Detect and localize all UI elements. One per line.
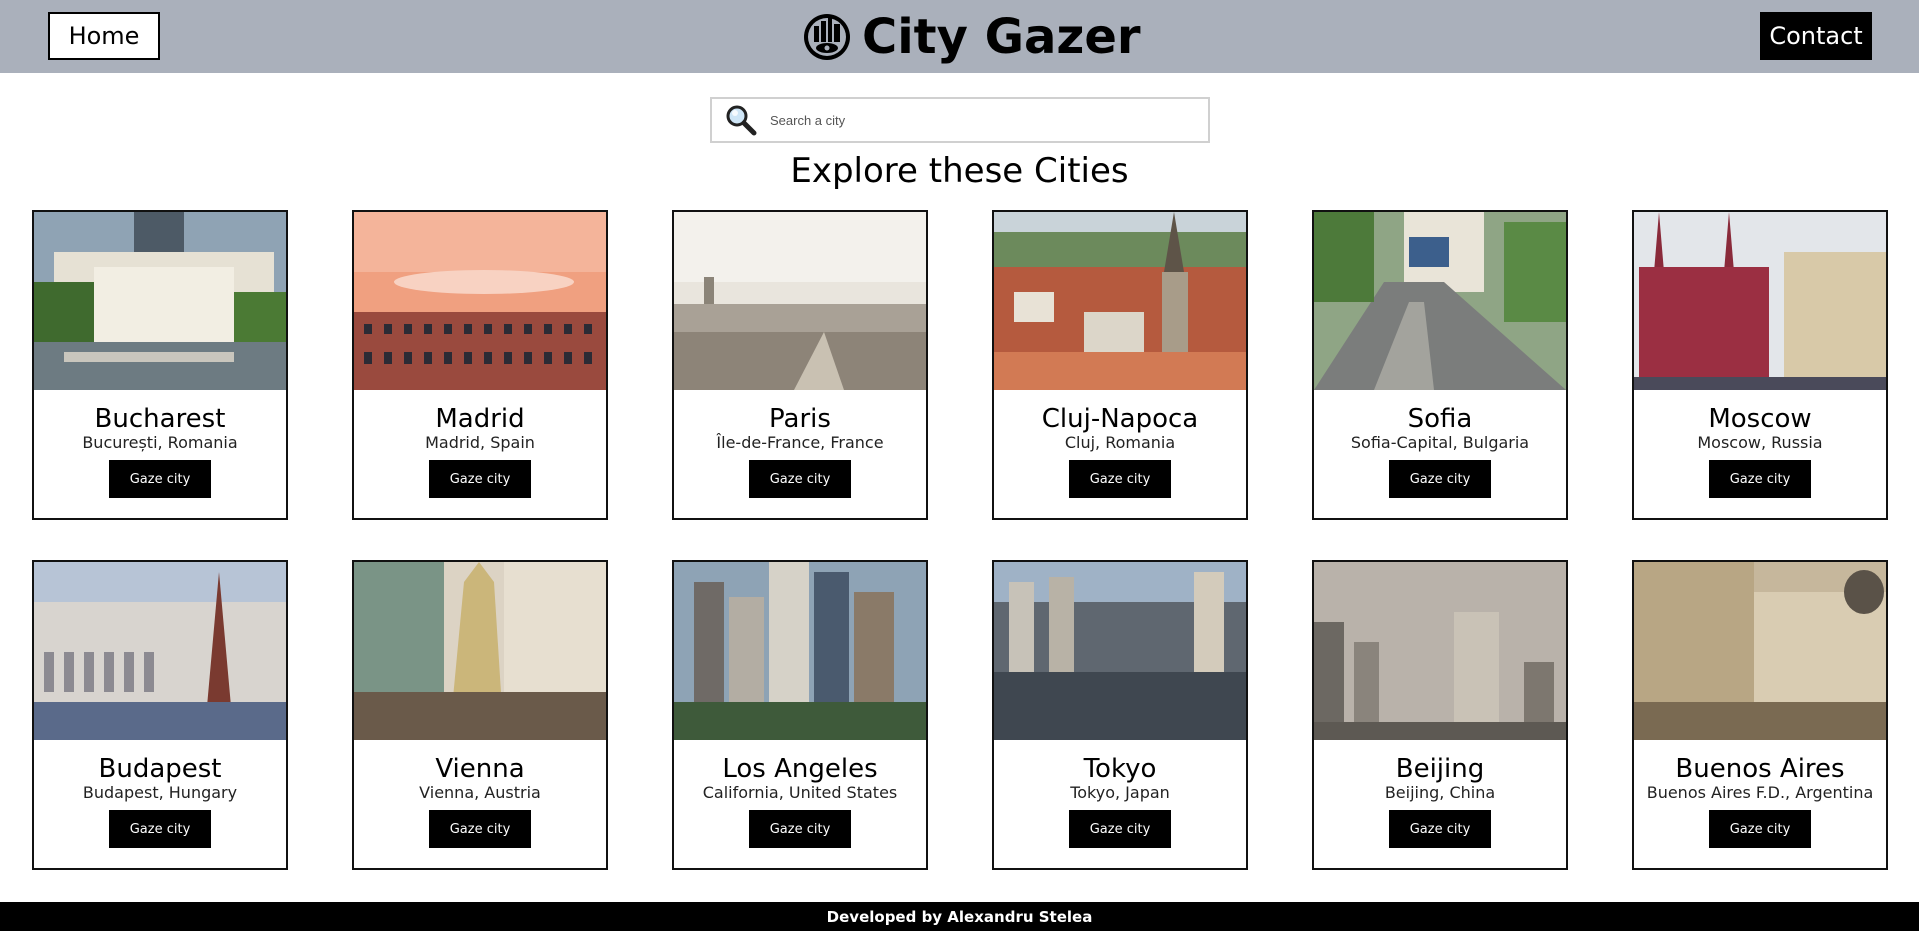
search-bar [710,97,1210,143]
gaze-city-button[interactable]: Gaze city [109,810,211,848]
search-input[interactable] [770,100,1190,140]
city-name: Sofia [1407,404,1473,434]
brand-title: City Gazer [862,9,1141,65]
city-card-budapest: Budapest Budapest, Hungary Gaze city [32,560,288,870]
city-card-paris: Paris Île-de-France, France Gaze city [672,210,928,520]
city-card-sofia: Sofia Sofia-Capital, Bulgaria Gaze city [1312,210,1568,520]
contact-button[interactable]: Contact [1760,12,1872,60]
city-photo [674,212,926,390]
city-photo [34,212,286,390]
gaze-city-button[interactable]: Gaze city [1389,810,1491,848]
city-photo [1634,212,1886,390]
gaze-city-button[interactable]: Gaze city [1069,460,1171,498]
city-card-bucharest: Bucharest București, Romania Gaze city [32,210,288,520]
gaze-city-button[interactable]: Gaze city [1709,810,1811,848]
top-header: Home City Gazer Contact [0,0,1919,73]
city-location: Sofia-Capital, Bulgaria [1350,433,1530,452]
brand[interactable]: City Gazer [802,8,1141,66]
gaze-city-button[interactable]: Gaze city [109,460,211,498]
city-location: Budapest, Hungary [82,783,238,802]
city-card-tokyo: Tokyo Tokyo, Japan Gaze city [992,560,1248,870]
gaze-city-button[interactable]: Gaze city [429,810,531,848]
city-location: Vienna, Austria [419,783,541,802]
city-card-vienna: Vienna Vienna, Austria Gaze city [352,560,608,870]
city-location: Beijing, China [1384,783,1496,802]
search-icon [726,105,757,136]
gaze-city-button[interactable]: Gaze city [1069,810,1171,848]
city-name: Buenos Aires [1675,754,1845,784]
city-name: Budapest [98,754,222,784]
gaze-city-button[interactable]: Gaze city [429,460,531,498]
home-button[interactable]: Home [48,12,160,60]
footer: Developed by Alexandru Stelea [0,902,1919,931]
city-photo [674,562,926,740]
city-location: Buenos Aires F.D., Argentina [1646,783,1874,802]
city-location: Tokyo, Japan [1070,783,1170,802]
city-name: Vienna [435,754,525,784]
city-location: California, United States [702,783,898,802]
city-photo [1314,562,1566,740]
footer-credit: Developed by Alexandru Stelea [826,907,1093,926]
city-card-buenos-aires: Buenos Aires Buenos Aires F.D., Argentin… [1632,560,1888,870]
gaze-city-button[interactable]: Gaze city [1709,460,1811,498]
city-location: București, Romania [82,433,238,452]
city-card-madrid: Madrid Madrid, Spain Gaze city [352,210,608,520]
gaze-city-button[interactable]: Gaze city [749,810,851,848]
city-name: Beijing [1395,754,1485,784]
city-location: Moscow, Russia [1697,433,1823,452]
gaze-city-button[interactable]: Gaze city [749,460,851,498]
city-logo-icon [804,14,850,60]
city-photo [1634,562,1886,740]
gaze-city-button[interactable]: Gaze city [1389,460,1491,498]
city-photo [354,212,606,390]
city-photo [994,562,1246,740]
city-card-los-angeles: Los Angeles California, United States Ga… [672,560,928,870]
city-card-beijing: Beijing Beijing, China Gaze city [1312,560,1568,870]
city-location: Île-de-France, France [716,433,884,452]
city-photo [34,562,286,740]
city-name: Cluj-Napoca [1041,404,1199,434]
city-photo [354,562,606,740]
city-name: Moscow [1708,404,1812,434]
city-name: Paris [769,404,831,434]
city-photo [994,212,1246,390]
city-name: Los Angeles [722,754,878,784]
city-name: Tokyo [1083,754,1157,784]
city-location: Cluj, Romania [1064,433,1176,452]
city-name: Bucharest [94,404,226,434]
city-location: Madrid, Spain [425,433,535,452]
city-card-moscow: Moscow Moscow, Russia Gaze city [1632,210,1888,520]
city-photo [1314,212,1566,390]
city-name: Madrid [435,404,525,434]
page-heading: Explore these Cities [790,151,1129,191]
city-card-cluj-napoca: Cluj-Napoca Cluj, Romania Gaze city [992,210,1248,520]
